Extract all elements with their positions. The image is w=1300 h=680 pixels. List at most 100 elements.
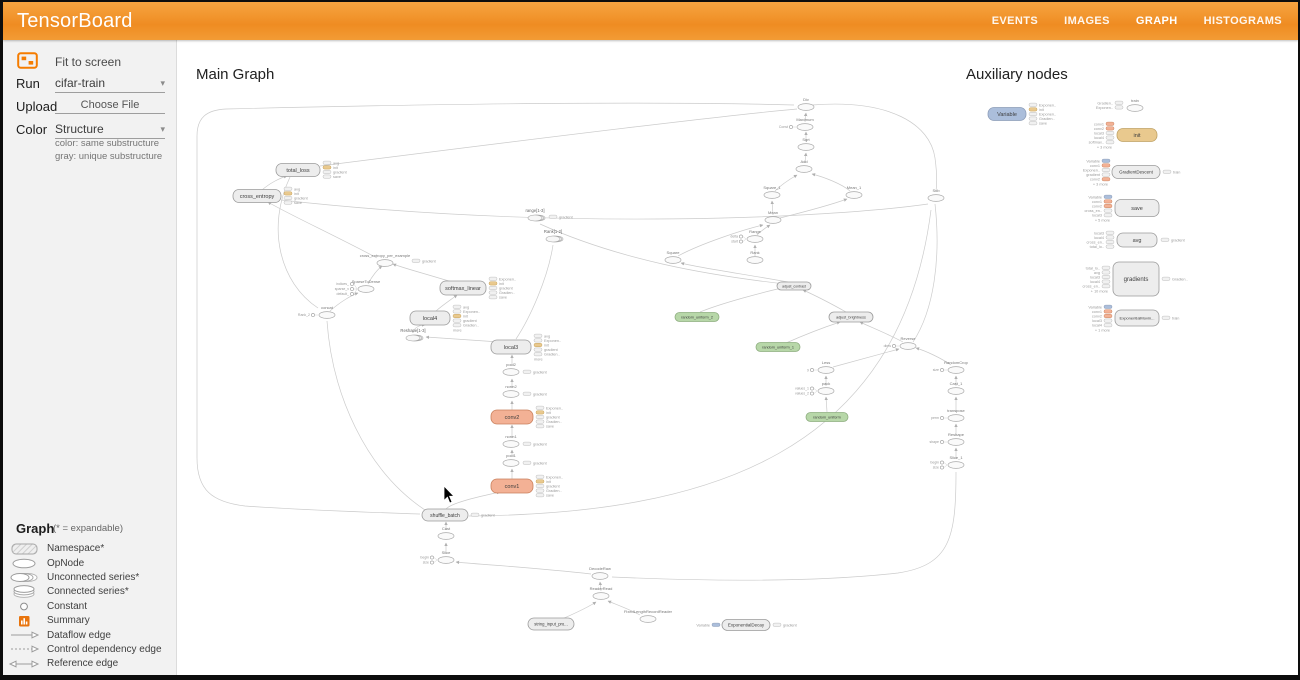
svg-text:Reshape[1-3]: Reshape[1-3] <box>400 328 425 333</box>
graph-node-Rank[interactable]: Rank <box>747 250 763 263</box>
tab-events[interactable]: EVENTS <box>992 15 1038 27</box>
graph-node-Square[interactable]: Square <box>665 250 681 263</box>
const-node-values_1[interactable] <box>810 387 813 390</box>
const-node-begin[interactable] <box>940 461 943 464</box>
graph-node-cross_entropy[interactable]: cross_entropy <box>233 190 281 203</box>
graph-node-Add[interactable]: Add <box>796 159 812 172</box>
graph-node-ExponentialDecay[interactable]: ExponentialDecay <box>722 620 770 631</box>
graph-node-local4[interactable]: local4 <box>410 311 450 325</box>
const-node-start[interactable] <box>739 240 742 243</box>
graph-node-init[interactable]: init <box>1117 129 1157 142</box>
graph-node-pool2[interactable]: pool2 <box>503 362 519 375</box>
annotation-label: conv1 <box>1092 310 1102 314</box>
graph-node-Slice_1[interactable]: Slice_1beginsize <box>930 455 964 470</box>
graph-node-FixedLengthRecordReader[interactable]: FixedLengthRecordReader <box>624 609 673 622</box>
annotation-chip <box>1104 214 1112 217</box>
const-node-Const[interactable] <box>789 125 792 128</box>
graph-node-random_uniform_2[interactable]: random_uniform_2 <box>675 313 719 322</box>
annotation-chip <box>534 339 542 342</box>
const-node-delta[interactable] <box>739 235 742 238</box>
const-node-values_2[interactable] <box>810 392 813 395</box>
graph-node-ExponentialMovin...[interactable]: ExponentialMovin... <box>1115 310 1159 326</box>
fit-to-screen-icon[interactable] <box>17 52 38 74</box>
graph-node-RandomCrop[interactable]: RandomCropsize <box>933 360 969 373</box>
const-node-perm[interactable] <box>940 416 943 419</box>
graph-node-Reshape[interactable]: Reshapeshape <box>929 432 964 445</box>
graph-node-Maximum[interactable]: MaximumConst <box>779 117 814 130</box>
choose-file-button[interactable]: Choose File <box>55 99 165 114</box>
const-node-dims[interactable] <box>892 344 895 347</box>
const-node-size[interactable] <box>430 561 433 564</box>
graph-node-softmax_linear[interactable]: softmax_linear <box>440 281 486 295</box>
graph-node-shuffle_batch[interactable]: shuffle_batch <box>422 509 468 521</box>
graph-node-Reshape[1-3][interactable]: Reshape[1-3] <box>400 328 425 341</box>
annotation-label: Exponen.. <box>546 475 563 479</box>
graph-canvas[interactable]: avginitgradientsaveavginitgradientsaveEx… <box>176 38 1298 675</box>
graph-node-norm1[interactable]: norm1 <box>503 434 519 447</box>
svg-text:random_uniform_2: random_uniform_2 <box>681 315 713 319</box>
graph-node-Reverse[interactable]: Reversedims <box>884 336 917 349</box>
graph-node-Mean_1[interactable]: Mean_1 <box>846 185 862 198</box>
graph-node-avg[interactable]: avg <box>1117 233 1157 247</box>
graph-node-random_uniform[interactable]: random_uniform <box>806 413 848 422</box>
graph-node-adjust_contrast[interactable]: adjust_contrast <box>777 282 811 290</box>
graph-node-Less[interactable]: Lessy <box>807 360 834 373</box>
graph-node-SparseToDense[interactable]: SparseToDenseindices_sparse_vdefault_ <box>335 279 381 296</box>
graph-node-train[interactable]: train <box>1127 98 1143 111</box>
graph-node-local3[interactable]: local3 <box>491 340 531 354</box>
tab-graph[interactable]: GRAPH <box>1136 15 1178 27</box>
const-node-begin[interactable] <box>430 556 433 559</box>
graph-node-cross_entropy_per_example[interactable]: cross_entropy_per_example <box>360 253 411 266</box>
svg-text:Reshape: Reshape <box>948 432 965 437</box>
graph-node-adjust_brightness[interactable]: adjust_brightness <box>829 312 873 322</box>
run-select[interactable]: cifar-train <box>55 76 165 93</box>
const-node-size[interactable] <box>940 466 943 469</box>
annotation-chip <box>1102 266 1110 269</box>
svg-text:adjust_contrast: adjust_contrast <box>782 284 806 288</box>
graph-node-Sub[interactable]: Sub <box>928 188 944 201</box>
const-node-Rank_2[interactable] <box>311 313 314 316</box>
tab-images[interactable]: IMAGES <box>1064 15 1110 27</box>
const-node-shape[interactable] <box>940 440 943 443</box>
graph-node-total_loss[interactable]: total_loss <box>276 164 320 177</box>
annotation-chip <box>1106 136 1114 139</box>
graph-node-DecodeRaw[interactable]: DecodeRaw <box>589 566 611 579</box>
graph-node-ReaderRead[interactable]: ReaderRead <box>590 586 613 599</box>
graph-node-Variable[interactable]: Variable <box>988 108 1026 121</box>
color-select[interactable]: Structure <box>55 122 165 139</box>
graph-node-range[1-3][interactable]: range[1-3] <box>525 208 545 221</box>
const-node-sparse_v[interactable] <box>350 287 353 290</box>
const-node-y[interactable] <box>810 368 813 371</box>
graph-edge <box>262 176 287 190</box>
const-node-indices_[interactable] <box>350 282 353 285</box>
graph-node-Slice[interactable]: Slicebeginsize <box>420 550 454 565</box>
graph-node-save[interactable]: save <box>1115 200 1159 217</box>
graph-node-Div[interactable]: Div <box>798 97 814 110</box>
sidebar: Fit to screen Run cifar-train Upload Cho… <box>3 40 177 675</box>
graph-node-Cast[interactable]: Cast <box>438 526 454 539</box>
graph-node-random_uniform_1[interactable]: random_uniform_1 <box>756 343 800 352</box>
const-node-default_[interactable] <box>350 292 353 295</box>
graph-node-pack[interactable]: packvalues_1values_2 <box>795 381 834 396</box>
graph-node-transpose[interactable]: transposeperm <box>931 408 966 421</box>
annotation-label: + 1 more <box>1095 328 1110 332</box>
svg-text:Add: Add <box>800 159 807 164</box>
const-node-size[interactable] <box>940 368 943 371</box>
legend-title: Graph <box>16 521 54 536</box>
graph-node-Range[interactable]: Rangedeltastart <box>730 229 763 244</box>
graph-node-pool1[interactable]: pool1 <box>503 453 519 466</box>
svg-text:delta: delta <box>730 235 738 239</box>
graph-node-Square_1[interactable]: Square_1 <box>763 185 781 198</box>
graph-node-conv2[interactable]: conv2 <box>491 410 533 424</box>
graph-node-conv1[interactable]: conv1 <box>491 479 533 493</box>
graph-node-Rank[1-2][interactable]: Rank[1-2] <box>544 229 563 242</box>
graph-node-string_input_pro...[interactable]: string_input_pro... <box>528 618 574 630</box>
graph-node-GradientDescent[interactable]: GradientDescent <box>1112 166 1160 179</box>
graph-node-Cast_1[interactable]: Cast_1 <box>948 381 964 394</box>
graph-node-norm2[interactable]: norm2 <box>503 384 519 397</box>
fit-to-screen-button[interactable]: Fit to screen <box>3 52 176 72</box>
graph-node-gradients[interactable]: gradients <box>1113 262 1159 296</box>
tab-histograms[interactable]: HISTOGRAMS <box>1204 15 1282 27</box>
graph-node-Sqrt[interactable]: Sqrt <box>798 137 814 150</box>
annotation-label: local4 <box>1094 136 1104 140</box>
